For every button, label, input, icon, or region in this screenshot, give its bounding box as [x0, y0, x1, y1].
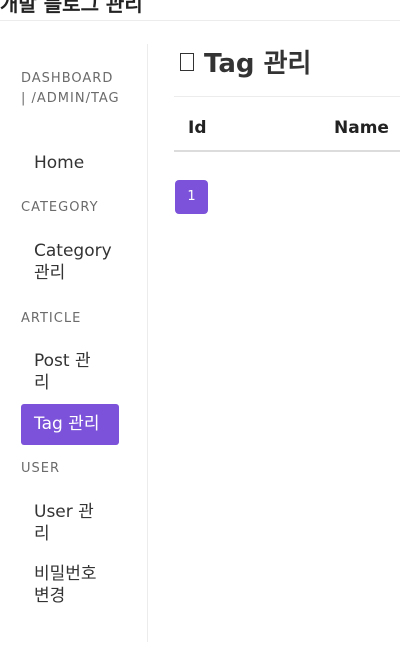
- square-icon: [180, 53, 194, 71]
- sidebar-item-user[interactable]: User 관리: [21, 501, 119, 545]
- table-header: Id Name: [174, 110, 400, 152]
- sidebar-item-post[interactable]: Post 관리: [21, 350, 119, 394]
- sidebar-section-user: USER: [21, 461, 61, 476]
- divider: [174, 96, 400, 97]
- brand-title[interactable]: 개발 블로그 관리: [0, 0, 143, 17]
- top-bar: 개발 블로그 관리: [0, 0, 400, 21]
- page-title: Tag 관리: [180, 46, 311, 82]
- sidebar-item-password[interactable]: 비밀번호 변경: [21, 563, 119, 607]
- column-header-id[interactable]: Id: [188, 118, 207, 138]
- sidebar-section-article: ARTICLE: [21, 311, 82, 326]
- sidebar-item-category[interactable]: Category 관리: [21, 240, 119, 284]
- sidebar-section-category: CATEGORY: [21, 200, 99, 215]
- sidebar-item-home[interactable]: Home: [21, 152, 119, 174]
- pagination-page-button[interactable]: 1: [175, 180, 208, 214]
- column-header-name[interactable]: Name: [334, 118, 389, 138]
- sidebar-item-tag[interactable]: Tag 관리: [21, 404, 119, 445]
- sidebar: DASHBOARD | /ADMIN/TAG Home CATEGORY Cat…: [0, 44, 148, 642]
- sidebar-section-dashboard: DASHBOARD | /ADMIN/TAG: [21, 71, 120, 106]
- page-title-text: Tag 관리: [204, 49, 312, 79]
